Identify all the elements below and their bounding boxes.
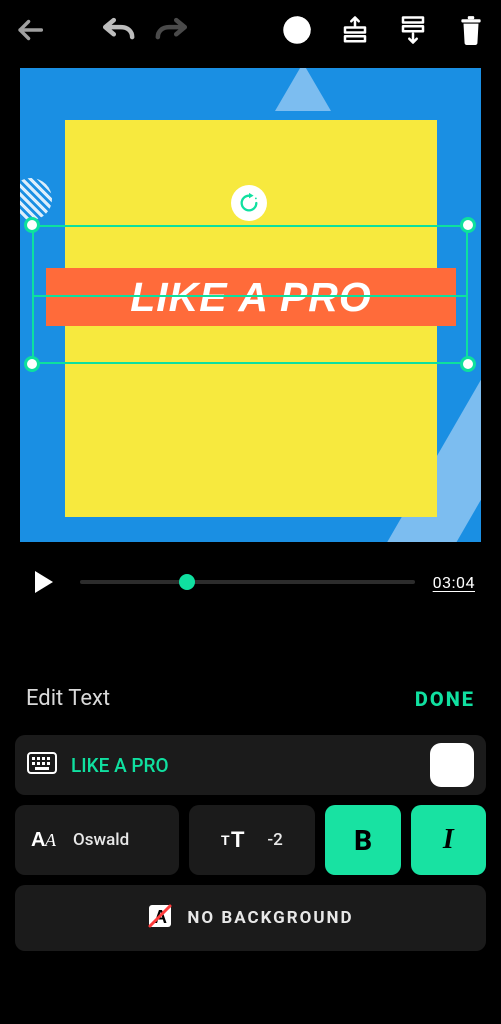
font-picker[interactable]: AA Oswald (15, 805, 179, 875)
font-icon: AA (31, 826, 61, 854)
top-toolbar (0, 0, 501, 60)
svg-text:T: T (221, 832, 230, 848)
font-size-value: -2 (267, 830, 282, 850)
background-label: NO BACKGROUND (187, 908, 353, 928)
background-toggle[interactable]: A NO BACKGROUND (15, 885, 486, 951)
svg-text:T: T (231, 827, 245, 849)
decor-triangle (275, 68, 331, 111)
resize-handle-tl[interactable] (24, 217, 40, 233)
play-icon[interactable] (26, 564, 62, 600)
font-size-control[interactable]: TT -2 (189, 805, 316, 875)
selection-guide (32, 295, 468, 297)
resize-handle-br[interactable] (460, 356, 476, 372)
timeline-track[interactable] (80, 580, 415, 584)
panel-header: Edit Text DONE (0, 600, 501, 711)
svg-text:A: A (31, 829, 45, 850)
duration-label[interactable]: 03:04 (433, 573, 475, 592)
text-color-swatch[interactable] (430, 743, 474, 787)
trash-icon[interactable] (453, 12, 489, 48)
send-backward-icon[interactable] (395, 12, 431, 48)
bring-forward-icon[interactable] (337, 12, 373, 48)
font-name-label: Oswald (73, 830, 129, 850)
bold-toggle[interactable]: B (325, 805, 400, 875)
bold-label: B (354, 824, 372, 857)
rotate-handle[interactable] (231, 185, 267, 221)
italic-toggle[interactable]: I (411, 805, 486, 875)
italic-label: I (443, 824, 454, 856)
undo-icon[interactable] (100, 12, 136, 48)
back-arrow-icon[interactable] (12, 12, 48, 48)
redo-icon[interactable] (154, 12, 190, 48)
keyboard-icon (27, 752, 57, 778)
decor-hatch-circle (20, 178, 52, 220)
no-background-icon: A (147, 903, 173, 933)
design-canvas[interactable]: LIKE A PRO (20, 68, 481, 542)
timeline-thumb[interactable] (179, 574, 195, 590)
playback-bar: 03:04 (0, 542, 501, 600)
text-input-value: LIKE A PRO (71, 754, 416, 777)
font-size-icon: TT (221, 827, 251, 853)
text-controls: LIKE A PRO AA Oswald TT -2 B I A NO BACK… (0, 711, 501, 951)
resize-handle-tr[interactable] (460, 217, 476, 233)
text-input-card[interactable]: LIKE A PRO (15, 735, 486, 795)
canvas-area: LIKE A PRO (0, 60, 501, 542)
done-button[interactable]: DONE (415, 687, 475, 711)
resize-handle-bl[interactable] (24, 356, 40, 372)
opacity-icon[interactable] (279, 12, 315, 48)
panel-title: Edit Text (26, 686, 110, 711)
svg-text:A: A (44, 830, 57, 850)
